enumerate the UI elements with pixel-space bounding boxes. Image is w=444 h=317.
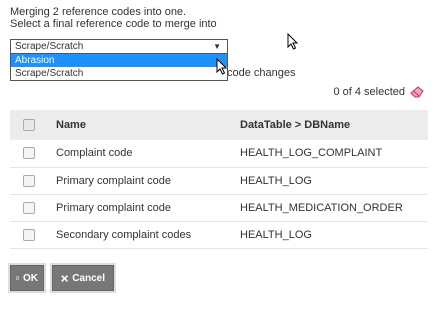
row-checkbox[interactable] xyxy=(23,174,35,187)
selection-count-text: 0 of 4 selected xyxy=(333,86,405,98)
row-dbname: HEALTH_LOG xyxy=(240,228,312,241)
caret-down-icon: ▼ xyxy=(213,42,221,51)
table-row: Primary complaint code HEALTH_LOG xyxy=(10,167,428,194)
mouse-pointer-icon xyxy=(216,58,227,75)
table-row: Primary complaint code HEALTH_MEDICATION… xyxy=(10,194,428,221)
select-value: Scrape/Scratch xyxy=(15,41,84,52)
select-all-checkbox[interactable] xyxy=(23,119,35,132)
action-buttons: OK Cancel xyxy=(10,265,114,291)
option-abrasion[interactable]: Abrasion xyxy=(11,54,227,67)
row-dbname: HEALTH_MEDICATION_ORDER xyxy=(240,201,403,214)
column-header-name[interactable]: Name xyxy=(48,110,228,140)
row-name: Primary complaint code xyxy=(56,174,171,187)
cancel-button[interactable]: Cancel xyxy=(52,265,114,291)
close-icon xyxy=(61,274,68,282)
row-checkbox[interactable] xyxy=(23,147,35,160)
table-row: Secondary complaint codes HEALTH_LOG xyxy=(10,221,428,248)
row-dbname: HEALTH_LOG xyxy=(240,174,312,187)
column-header-dbname[interactable]: DataTable > DBName xyxy=(228,110,428,140)
ok-button[interactable]: OK xyxy=(10,265,44,291)
row-dbname: HEALTH_LOG_COMPLAINT xyxy=(240,147,383,160)
reference-codes-table: Name DataTable > DBName Complaint code H… xyxy=(10,110,428,249)
option-scrape-scratch[interactable]: Scrape/Scratch xyxy=(11,67,227,80)
selection-counter: 0 of 4 selected xyxy=(333,86,426,98)
merge-intro: Merging 2 reference codes into one. Sele… xyxy=(10,6,217,30)
row-name: Primary complaint code xyxy=(56,201,171,214)
cancel-label: Cancel xyxy=(72,272,105,284)
table-header-row: Name DataTable > DBName xyxy=(10,110,428,140)
code-changes-note: code changes xyxy=(227,67,296,79)
merge-target-select[interactable]: Scrape/Scratch ▼ xyxy=(10,39,228,54)
row-name: Complaint code xyxy=(56,147,133,160)
row-checkbox[interactable] xyxy=(23,228,35,241)
checkbox-check-icon xyxy=(16,276,19,280)
ok-label: OK xyxy=(23,272,38,284)
mouse-pointer-icon xyxy=(287,33,298,50)
table-row: Complaint code HEALTH_LOG_COMPLAINT xyxy=(10,140,428,167)
row-checkbox[interactable] xyxy=(23,201,35,214)
intro-line-2: Select a final reference code to merge i… xyxy=(10,18,217,30)
eraser-icon[interactable] xyxy=(410,86,426,98)
select-dropdown: Abrasion Scrape/Scratch xyxy=(10,53,228,81)
intro-line-1: Merging 2 reference codes into one. xyxy=(10,6,187,18)
row-name: Secondary complaint codes xyxy=(56,228,192,241)
